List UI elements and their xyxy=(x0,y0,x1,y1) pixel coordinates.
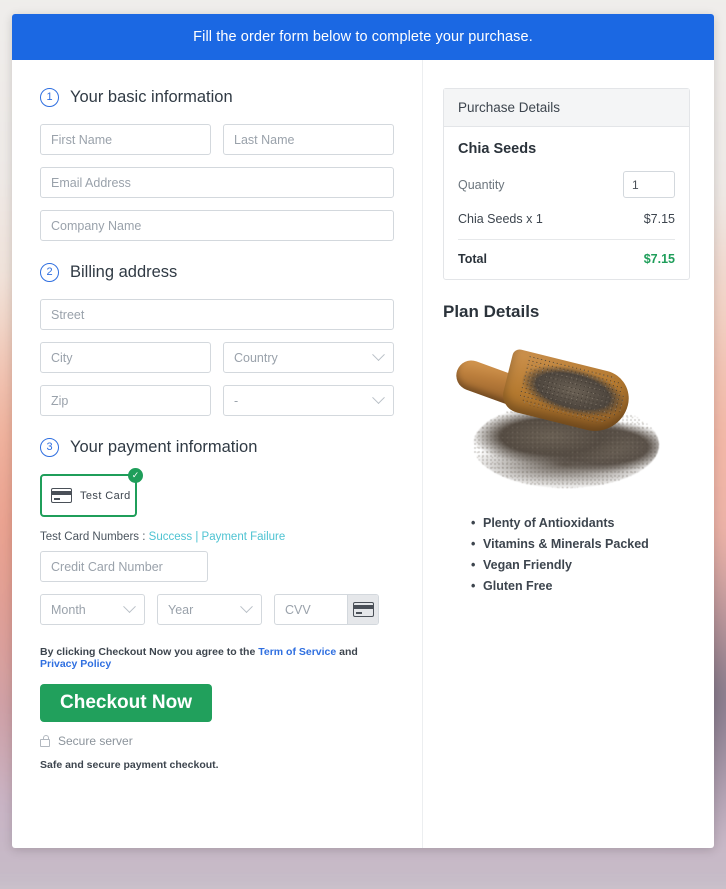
check-circle-icon: ✓ xyxy=(128,468,143,483)
city-input[interactable]: City xyxy=(40,342,211,373)
chevron-down-icon xyxy=(372,391,385,405)
payment-method-test-card[interactable]: ✓ Test Card xyxy=(40,468,143,517)
state-select-value: - xyxy=(234,393,239,408)
chevron-down-icon xyxy=(372,348,385,362)
plan-details-title: Plan Details xyxy=(443,302,540,321)
section-title-payment-information: Your payment information xyxy=(70,438,258,456)
company-name-input[interactable]: Company Name xyxy=(40,210,394,241)
test-card-numbers-row: Test Card Numbers : Success | Payment Fa… xyxy=(40,531,394,543)
chevron-down-icon xyxy=(240,600,253,614)
quantity-row: Quantity 1 xyxy=(458,171,675,198)
credit-card-number-input[interactable]: Credit Card Number xyxy=(40,551,208,582)
company-field-row: Company Name xyxy=(40,210,394,241)
total-amount: $7.15 xyxy=(643,252,675,266)
step-number-1: 1 xyxy=(40,88,59,107)
step-number-2: 2 xyxy=(40,263,59,282)
expiry-year-select[interactable]: Year xyxy=(157,594,262,625)
section-heading-payment-information: 3 Your payment information xyxy=(40,438,394,457)
cvv-field-group[interactable]: CVV xyxy=(274,594,379,625)
header-banner: Fill the order form below to complete yo… xyxy=(12,14,714,60)
lock-icon xyxy=(40,734,50,747)
expiry-month-value: Month xyxy=(51,602,86,617)
order-form-column: 1 Your basic information First Name Last… xyxy=(12,60,423,848)
credit-card-icon xyxy=(51,488,72,503)
first-name-input[interactable]: First Name xyxy=(40,124,211,155)
test-card-numbers-prefix: Test Card Numbers : xyxy=(40,531,146,543)
line-item-row: Chia Seeds x 1 $7.15 xyxy=(458,212,675,240)
product-name: Chia Seeds xyxy=(458,141,537,157)
line-item-label: Chia Seeds x 1 xyxy=(458,212,543,226)
card-body: 1 Your basic information First Name Last… xyxy=(12,60,714,848)
section-heading-basic-information: 1 Your basic information xyxy=(40,88,394,107)
step-number-3: 3 xyxy=(40,438,59,457)
cvv-hint-button[interactable] xyxy=(347,595,378,624)
country-select-value: Country xyxy=(234,350,278,365)
zip-input[interactable]: Zip xyxy=(40,385,211,416)
last-name-input[interactable]: Last Name xyxy=(223,124,394,155)
purchase-summary-column: Purchase Details Chia Seeds Quantity 1 C… xyxy=(423,60,714,848)
test-card-failure-link[interactable]: Payment Failure xyxy=(202,531,286,543)
line-item-price: $7.15 xyxy=(643,212,675,226)
payment-method-list: ✓ Test Card xyxy=(40,468,394,517)
secure-server-row: Secure server xyxy=(40,734,394,748)
checkout-card: Fill the order form below to complete yo… xyxy=(12,14,714,848)
city-country-row: City Country xyxy=(40,342,394,373)
list-item: Vitamins & Minerals Packed xyxy=(471,537,690,551)
credit-card-icon xyxy=(352,602,374,617)
header-banner-text: Fill the order form below to complete yo… xyxy=(193,29,533,45)
street-field-row: Street xyxy=(40,299,394,330)
email-input[interactable]: Email Address xyxy=(40,167,394,198)
expiry-year-value: Year xyxy=(168,602,194,617)
quantity-input[interactable]: 1 xyxy=(623,171,675,198)
total-label: Total xyxy=(458,252,487,266)
link-separator: | xyxy=(195,531,199,543)
expiry-month-select[interactable]: Month xyxy=(40,594,145,625)
safe-secure-note: Safe and secure payment checkout. xyxy=(40,759,219,771)
privacy-policy-link[interactable]: Privacy Policy xyxy=(40,658,111,670)
expiry-cvv-row: Month Year CVV xyxy=(40,594,394,625)
state-select[interactable]: - xyxy=(223,385,394,416)
zip-state-row: Zip - xyxy=(40,385,394,416)
street-input[interactable]: Street xyxy=(40,299,394,330)
section-heading-billing-address: 2 Billing address xyxy=(40,263,394,282)
chevron-down-icon xyxy=(123,600,136,614)
list-item: Plenty of Antioxidants xyxy=(471,516,690,530)
section-title-basic-information: Your basic information xyxy=(70,88,233,106)
purchase-details-panel: Purchase Details Chia Seeds Quantity 1 C… xyxy=(443,88,690,280)
quantity-label: Quantity xyxy=(458,177,505,192)
feature-list: Plenty of Antioxidants Vitamins & Minera… xyxy=(471,516,690,593)
test-card-success-link[interactable]: Success xyxy=(149,531,192,543)
secure-server-label: Secure server xyxy=(58,734,133,748)
product-image xyxy=(449,340,681,500)
name-field-row: First Name Last Name xyxy=(40,124,394,155)
country-select[interactable]: Country xyxy=(223,342,394,373)
email-field-row: Email Address xyxy=(40,167,394,198)
list-item: Gluten Free xyxy=(471,579,690,593)
terms-agreement-line: By clicking Checkout Now you agree to th… xyxy=(40,646,394,670)
total-row: Total $7.15 xyxy=(458,240,675,266)
checkout-now-button[interactable]: Checkout Now xyxy=(40,684,212,722)
purchase-details-title: Purchase Details xyxy=(444,89,689,127)
payment-method-label: Test Card xyxy=(80,489,131,502)
terms-text-middle: and xyxy=(336,646,358,658)
list-item: Vegan Friendly xyxy=(471,558,690,572)
purchase-details-content: Chia Seeds Quantity 1 Chia Seeds x 1 $7.… xyxy=(444,127,689,279)
section-title-billing-address: Billing address xyxy=(70,263,178,281)
terms-text-before: By clicking Checkout Now you agree to th… xyxy=(40,646,259,658)
terms-of-service-link[interactable]: Term of Service xyxy=(258,646,336,658)
cvv-input[interactable]: CVV xyxy=(275,595,347,624)
